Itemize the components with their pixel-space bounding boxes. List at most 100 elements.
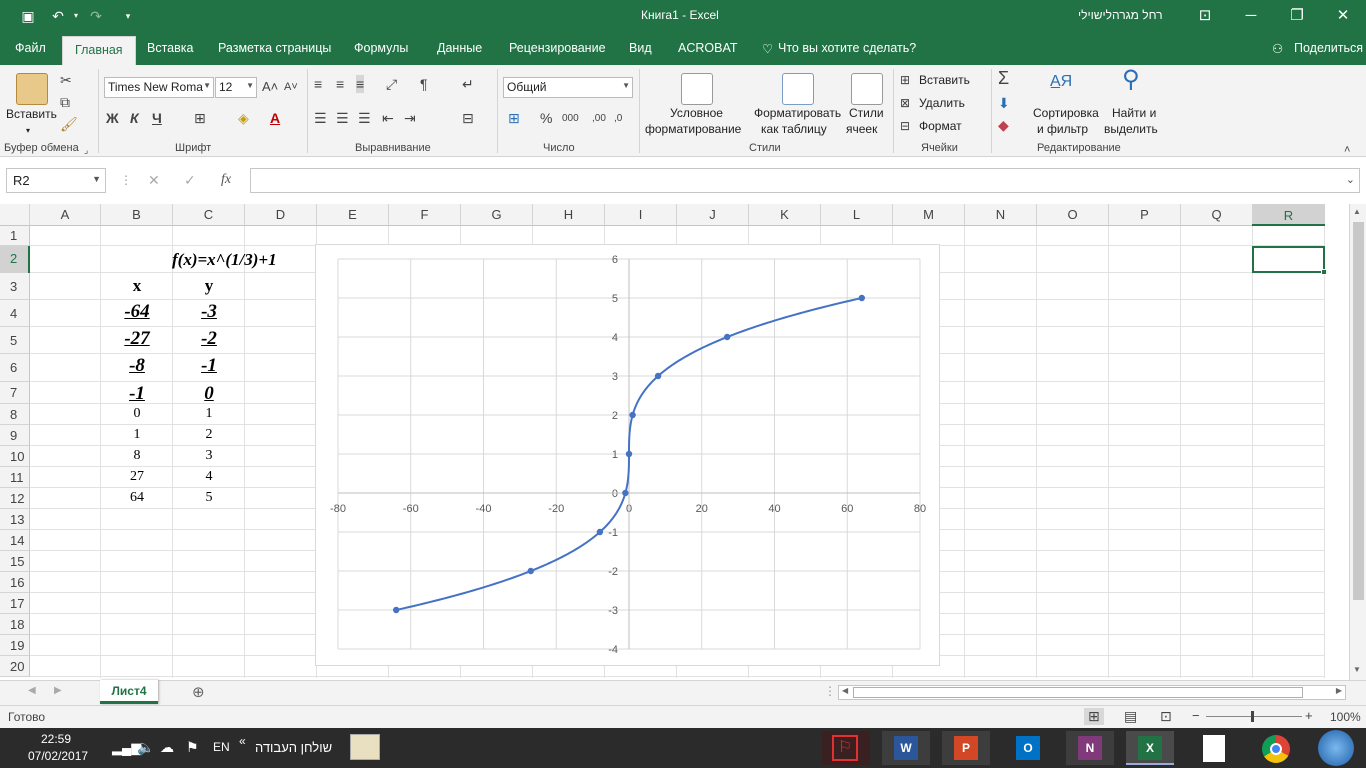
- desktop-toolbar-label[interactable]: שולחן העבודה: [255, 740, 332, 755]
- flag-icon[interactable]: ⚑: [186, 739, 199, 756]
- select-all-corner[interactable]: [0, 204, 30, 226]
- row-header-20[interactable]: 20: [0, 656, 30, 677]
- row-header-13[interactable]: 13: [0, 509, 30, 530]
- zoom-out-icon[interactable]: −: [1192, 708, 1200, 723]
- column-header-n[interactable]: N: [965, 204, 1037, 226]
- bold-button[interactable]: Ж: [106, 109, 119, 127]
- formula-title-cell[interactable]: f(x)=x^(1/3)+1: [172, 250, 302, 270]
- delete-cells-button[interactable]: Удалить: [919, 96, 965, 111]
- x-header-cell[interactable]: x: [101, 276, 173, 296]
- row-header-2[interactable]: 2: [10, 251, 17, 266]
- find-select-label-1[interactable]: Найти и: [1112, 106, 1156, 121]
- normal-view-icon[interactable]: ⊞: [1084, 708, 1104, 725]
- close-icon[interactable]: ✕: [1320, 0, 1366, 32]
- y-header-cell[interactable]: y: [173, 276, 245, 296]
- align-center-icon[interactable]: ☰: [336, 109, 349, 127]
- font-size-combo[interactable]: 12 ▼: [215, 77, 257, 98]
- scroll-left-icon[interactable]: ◀: [842, 686, 848, 695]
- tab-data[interactable]: Данные: [437, 41, 482, 55]
- table-cell-y[interactable]: 1: [173, 406, 245, 427]
- table-cell-y[interactable]: 0: [173, 383, 245, 405]
- cancel-icon[interactable]: ✕: [148, 172, 160, 189]
- font-color-icon[interactable]: A: [270, 109, 280, 127]
- row-header-16[interactable]: 16: [0, 572, 30, 593]
- vertical-scrollbar[interactable]: ▲ ▼: [1349, 204, 1366, 680]
- excel-taskbar-button[interactable]: X: [1126, 731, 1174, 765]
- row-header-12[interactable]: 12: [0, 488, 30, 509]
- format-as-table-icon[interactable]: [782, 73, 814, 105]
- row-header-4[interactable]: 4: [0, 300, 30, 327]
- sheet-tab-active[interactable]: Лист4: [100, 680, 158, 704]
- tab-acrobat[interactable]: ACROBAT: [678, 41, 738, 55]
- horizontal-scroll-thumb[interactable]: [853, 687, 1303, 698]
- row-header-3[interactable]: 3: [0, 273, 30, 300]
- horizontal-scrollbar[interactable]: ◀ ▶: [838, 685, 1346, 700]
- accounting-format-icon[interactable]: ⊞: [508, 109, 520, 127]
- underline-button[interactable]: Ч: [152, 109, 162, 127]
- chrome-taskbar-button[interactable]: [1252, 731, 1300, 765]
- desktop-app-icon[interactable]: [350, 734, 380, 760]
- onenote-taskbar-button[interactable]: N: [1066, 731, 1114, 765]
- column-header-p[interactable]: P: [1109, 204, 1181, 226]
- table-cell-y[interactable]: 3: [173, 448, 245, 469]
- table-cell-x[interactable]: -1: [101, 383, 173, 405]
- prev-sheet-icon[interactable]: ◀: [28, 685, 36, 696]
- outlook-taskbar-button[interactable]: O: [1004, 731, 1052, 765]
- clipboard-launcher-icon[interactable]: ⌟: [84, 141, 88, 159]
- ribbon-display-icon[interactable]: ⊡: [1182, 0, 1228, 32]
- redo-icon[interactable]: ↷: [86, 7, 106, 25]
- column-header-o[interactable]: O: [1037, 204, 1109, 226]
- row-header-11[interactable]: 11: [0, 467, 30, 488]
- add-sheet-icon[interactable]: ⊕: [192, 683, 205, 701]
- clear-icon[interactable]: ◆: [998, 116, 1009, 134]
- conditional-formatting-label-2[interactable]: форматирование: [645, 122, 741, 137]
- paste-icon[interactable]: [16, 73, 48, 105]
- table-cell-y[interactable]: -1: [173, 355, 245, 383]
- cell-styles-label-1[interactable]: Стили: [849, 106, 884, 121]
- table-cell-x[interactable]: 1: [101, 427, 173, 448]
- tell-me-box[interactable]: Что вы хотите сделать?: [778, 41, 916, 55]
- column-header-g[interactable]: G: [461, 204, 533, 226]
- restore-icon[interactable]: ❐: [1274, 0, 1320, 32]
- sort-filter-label-2[interactable]: и фильтр: [1037, 122, 1088, 137]
- row-header-9[interactable]: 9: [0, 425, 30, 446]
- zoom-slider-track[interactable]: [1206, 716, 1302, 717]
- table-cell-x[interactable]: -8: [101, 355, 173, 383]
- column-header-c[interactable]: C: [173, 204, 245, 226]
- number-format-combo[interactable]: Общий ▼: [503, 77, 633, 98]
- percent-icon[interactable]: %: [540, 109, 552, 127]
- undo-dropdown-icon[interactable]: ▾: [66, 7, 86, 25]
- paste-button[interactable]: Вставить: [6, 107, 57, 122]
- tab-formulas[interactable]: Формулы: [354, 41, 408, 55]
- shrink-font-icon[interactable]: A˅: [284, 78, 298, 96]
- fill-icon[interactable]: ⬇: [998, 94, 1010, 112]
- zoom-in-icon[interactable]: +: [1305, 708, 1313, 723]
- table-cell-x[interactable]: -27: [101, 328, 173, 355]
- onedrive-icon[interactable]: ☁: [160, 739, 174, 756]
- page-layout-view-icon[interactable]: ▤: [1124, 708, 1137, 725]
- file-taskbar-button[interactable]: [1190, 731, 1238, 765]
- grow-font-icon[interactable]: A˄: [262, 78, 278, 96]
- conditional-formatting-label-1[interactable]: Условное: [670, 106, 723, 121]
- scroll-right-icon[interactable]: ▶: [1336, 686, 1342, 695]
- minimize-icon[interactable]: ─: [1228, 0, 1274, 32]
- page-break-view-icon[interactable]: ⊡: [1160, 708, 1172, 725]
- table-cell-x[interactable]: 0: [101, 406, 173, 427]
- table-cell-x[interactable]: 64: [101, 490, 173, 511]
- column-header-q[interactable]: Q: [1181, 204, 1253, 226]
- row-header-14[interactable]: 14: [0, 530, 30, 551]
- table-cell-y[interactable]: 5: [173, 490, 245, 511]
- row-header-8[interactable]: 8: [0, 404, 30, 425]
- align-top-icon[interactable]: ≡: [314, 75, 322, 93]
- table-cell-x[interactable]: -64: [101, 301, 173, 328]
- fill-color-icon[interactable]: ◈: [238, 109, 249, 127]
- column-header-l[interactable]: L: [821, 204, 893, 226]
- tab-review[interactable]: Рецензирование: [509, 41, 606, 55]
- word-taskbar-button[interactable]: W: [882, 731, 930, 765]
- row-header-1[interactable]: 1: [0, 226, 30, 246]
- table-cell-x[interactable]: 27: [101, 469, 173, 490]
- wrap-text-icon[interactable]: ↵: [462, 75, 474, 93]
- table-cell-y[interactable]: -3: [173, 301, 245, 328]
- column-header-a[interactable]: A: [30, 204, 101, 226]
- worksheet-grid[interactable]: ABCDEFGHIJKLMNOPQR 123456789101112131415…: [0, 204, 1349, 678]
